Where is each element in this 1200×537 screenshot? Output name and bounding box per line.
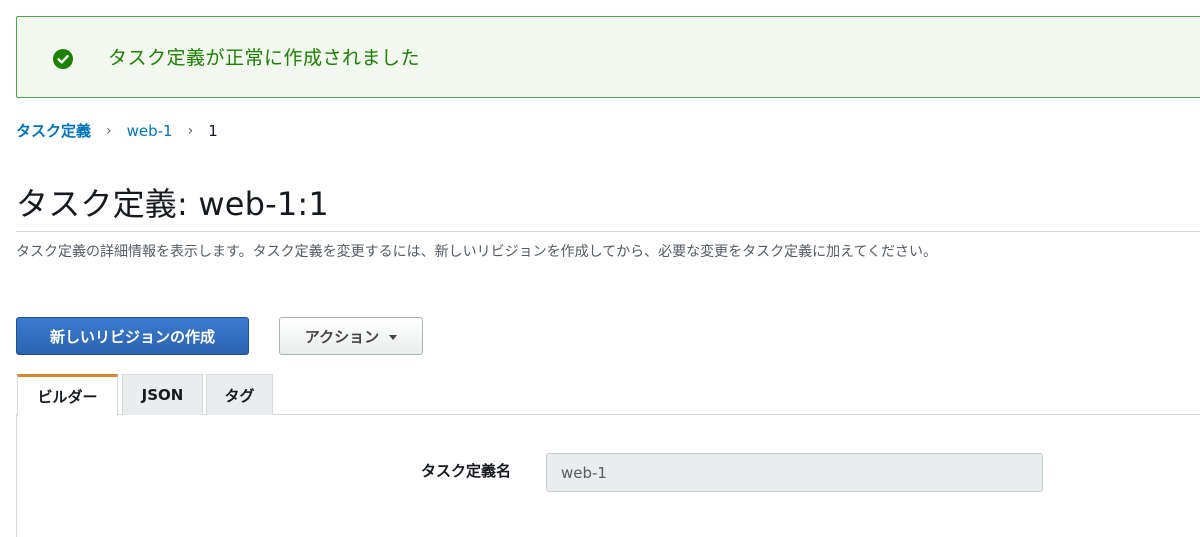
breadcrumb-task-definitions-link[interactable]: タスク定義 (16, 121, 91, 141)
task-definition-name-label: タスク定義名 (421, 462, 512, 480)
page-description: タスク定義の詳細情報を表示します。タスク定義を変更するには、新しいリビジョンを作… (16, 244, 938, 260)
breadcrumb: タスク定義 › web-1 › 1 (16, 121, 218, 141)
create-new-revision-button[interactable]: 新しいリビジョンの作成 (16, 317, 249, 355)
check-circle-icon (53, 49, 73, 69)
create-new-revision-label: 新しいリビジョンの作成 (49, 327, 215, 346)
breadcrumb-current-revision: 1 (208, 122, 218, 140)
tab-builder-label: ビルダー (37, 388, 98, 406)
breadcrumb-separator: › (106, 123, 112, 139)
tab-tags[interactable]: タグ (206, 374, 273, 415)
page-title: タスク定義: web-1:1 (16, 185, 329, 223)
actions-dropdown-button[interactable]: アクション (279, 317, 423, 355)
task-definition-page: タスク定義が正常に作成されました タスク定義 › web-1 › 1 タスク定義… (0, 0, 1200, 537)
caret-down-icon (389, 334, 398, 340)
tab-json-label: JSON (141, 386, 184, 404)
tab-builder[interactable]: ビルダー (17, 374, 118, 416)
task-definition-name-input[interactable] (546, 453, 1043, 492)
breadcrumb-family-link[interactable]: web-1 (127, 121, 173, 141)
tab-tags-label: タグ (224, 386, 255, 405)
success-message: タスク定義が正常に作成されました (108, 47, 421, 69)
tab-json[interactable]: JSON (122, 374, 203, 415)
breadcrumb-separator: › (187, 123, 194, 139)
success-flash-banner: タスク定義が正常に作成されました (16, 16, 1200, 98)
title-divider (16, 231, 1200, 232)
actions-dropdown-label: アクション (304, 327, 380, 346)
